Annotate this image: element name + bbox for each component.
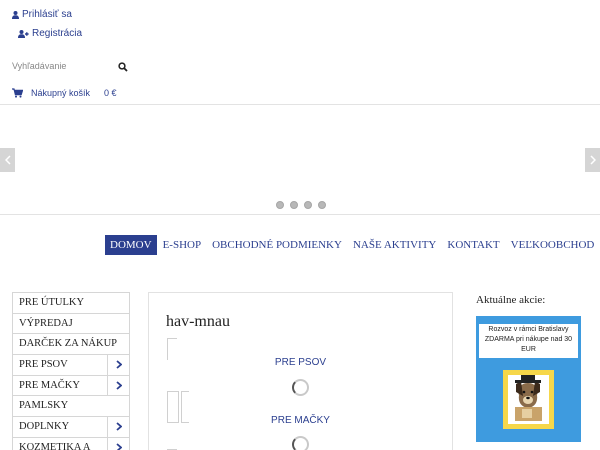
- cart-total: 0 €: [104, 88, 117, 98]
- sidebar-item[interactable]: DARČEK ZA NÁKUP: [12, 334, 130, 356]
- sidebar-item[interactable]: PRE PSOV: [12, 355, 130, 376]
- chevron-right-icon[interactable]: [107, 417, 129, 437]
- slider-dot[interactable]: [290, 201, 298, 209]
- sidebar-item[interactable]: KOZMETIKA A: [12, 437, 130, 450]
- header-divider: [0, 104, 600, 105]
- loading-spinner: [292, 436, 309, 450]
- promo-banner[interactable]: Rozvoz v rámci Bratislavy ZDARMA pri nák…: [476, 316, 581, 442]
- nav-item-1[interactable]: E-SHOP: [158, 235, 207, 255]
- sidebar-item-label: PRE ÚTULKY: [19, 297, 85, 308]
- slider-next-button[interactable]: [585, 148, 600, 172]
- register-label: Registrácia: [32, 28, 83, 39]
- sidebar-item[interactable]: PAMLSKY: [12, 396, 130, 418]
- sidebar-item[interactable]: VÝPREDAJ: [12, 313, 130, 335]
- sidebar-item-label: DARČEK ZA NÁKUP: [19, 338, 118, 350]
- slider-dot[interactable]: [304, 201, 312, 209]
- chevron-left-icon: [4, 155, 11, 165]
- chevron-right-icon[interactable]: [107, 355, 129, 375]
- cart-label: Nákupný košík: [31, 88, 91, 98]
- sidebar-item[interactable]: PRE MAČKY: [12, 375, 130, 397]
- register-link[interactable]: Registrácia: [18, 28, 82, 39]
- sidebar-item-label: VÝPREDAJ: [19, 317, 73, 329]
- slider-divider: [0, 214, 600, 215]
- login-label: Prihlásiť sa: [22, 9, 72, 20]
- slider-dots: [276, 201, 326, 209]
- chevron-right-icon[interactable]: [107, 375, 129, 396]
- content-panel: hav-mnau PRE PSOV PRE MAČKY: [148, 292, 453, 450]
- category-link-cats[interactable]: PRE MAČKY: [149, 415, 452, 426]
- cart-link[interactable]: Nákupný košík 0 €: [12, 88, 117, 98]
- sidebar-item[interactable]: PRE ÚTULKY: [12, 293, 130, 314]
- login-link[interactable]: Prihlásiť sa: [12, 9, 72, 20]
- slider-dot[interactable]: [276, 201, 284, 209]
- slider-prev-button[interactable]: [0, 148, 15, 172]
- sidebar-item-label: PAMLSKY: [19, 400, 69, 412]
- slider-dot[interactable]: [318, 201, 326, 209]
- user-plus-icon: [18, 29, 29, 38]
- search-icon: [118, 62, 128, 72]
- hero-slider: [0, 106, 600, 214]
- chevron-right-icon[interactable]: [107, 437, 129, 450]
- promo-text: Rozvoz v rámci Bratislavy ZDARMA pri nák…: [479, 324, 578, 358]
- nav-item-3[interactable]: NAŠE AKTIVITY: [348, 235, 441, 255]
- search-bar: [12, 56, 132, 75]
- nav-item-5[interactable]: VEĽKOOBCHOD: [506, 235, 600, 255]
- promo-heading: Aktuálne akcie:: [476, 294, 546, 306]
- sidebar-item-label: KOZMETIKA A: [19, 441, 91, 450]
- sidebar-item-label: PRE PSOV: [19, 359, 68, 371]
- sidebar-item-label: DOPLNKY: [19, 421, 70, 433]
- category-link-dogs[interactable]: PRE PSOV: [149, 357, 452, 368]
- cart-icon: [12, 88, 23, 98]
- sidebar-item-label: PRE MAČKY: [19, 379, 80, 391]
- main-nav: DOMOV E-SHOP OBCHODNÉ PODMIENKY NAŠE AKTIVI…: [105, 235, 600, 255]
- search-input[interactable]: [12, 57, 112, 75]
- nav-item-0[interactable]: DOMOV: [105, 235, 157, 255]
- nav-item-2[interactable]: OBCHODNÉ PODMIENKY: [207, 235, 347, 255]
- user-icon: [12, 10, 19, 19]
- nav-item-4[interactable]: KONTAKT: [442, 235, 504, 255]
- search-button[interactable]: [118, 59, 130, 72]
- loading-spinner: [292, 379, 309, 396]
- chevron-right-icon: [589, 155, 596, 165]
- page-title: hav-mnau: [166, 313, 230, 330]
- category-sidebar: PRE ÚTULKY VÝPREDAJ DARČEK ZA NÁKUP PRE PSO…: [12, 292, 130, 450]
- dog-image: [503, 370, 554, 429]
- sidebar-item[interactable]: DOPLNKY: [12, 417, 130, 438]
